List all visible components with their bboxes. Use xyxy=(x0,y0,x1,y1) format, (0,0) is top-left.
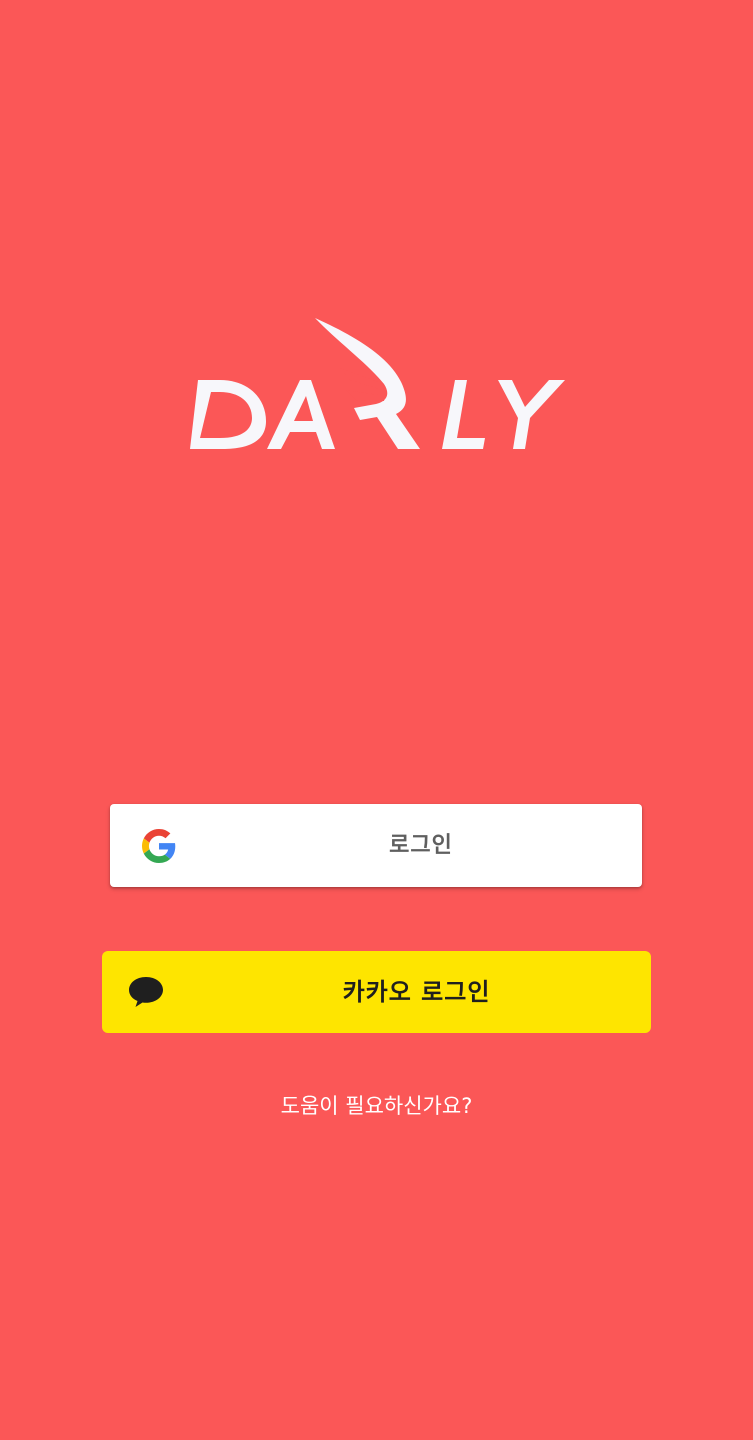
darly-logo xyxy=(180,312,580,462)
kakao-login-button[interactable]: 카카오 로그인 xyxy=(102,951,651,1033)
kakao-login-label: 카카오 로그인 xyxy=(342,978,491,1006)
google-g-icon xyxy=(142,829,176,863)
help-link[interactable]: 도움이 필요하신가요? xyxy=(0,1088,753,1124)
login-screen: 로그인 카카오 로그인 도움이 필요하신가요? xyxy=(0,0,753,1440)
darly-wordmark-logo xyxy=(190,318,565,449)
speech-bubble-icon xyxy=(127,975,165,1009)
google-login-button[interactable]: 로그인 xyxy=(110,804,642,887)
google-login-label: 로그인 xyxy=(389,833,453,858)
